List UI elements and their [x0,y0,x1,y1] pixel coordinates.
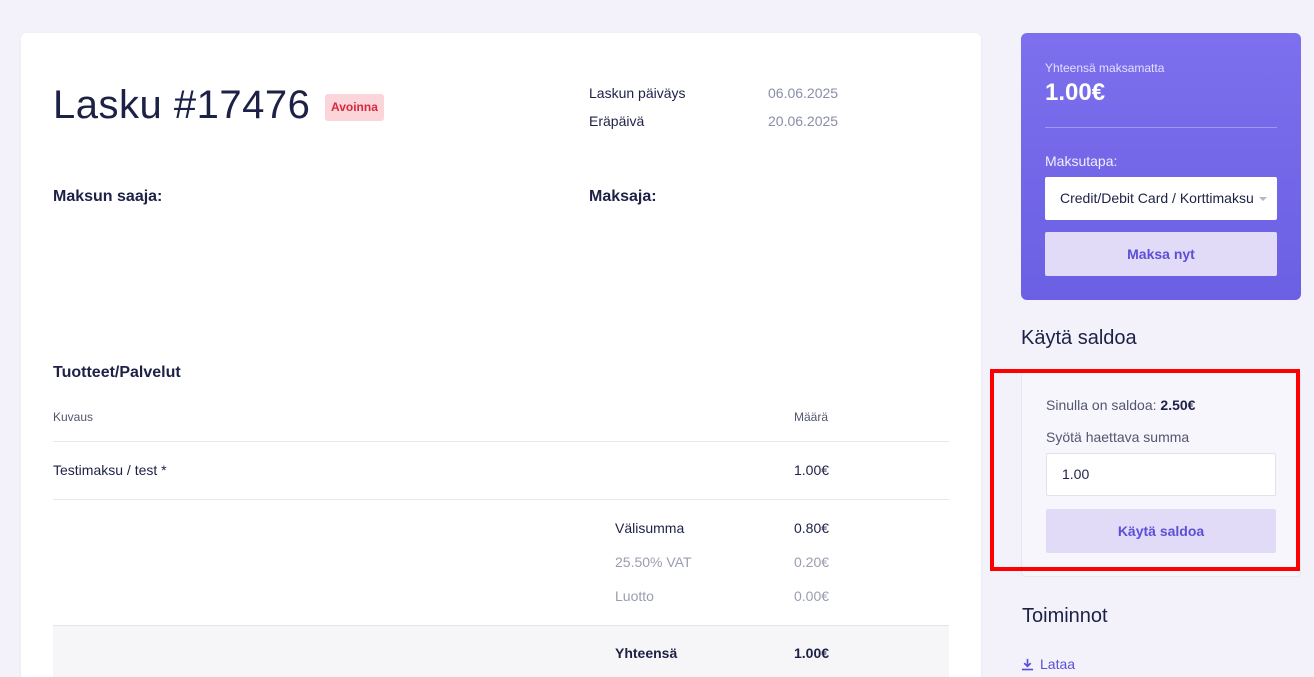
credit-label: Luotto [615,588,654,604]
divider [53,499,949,500]
total-label: Yhteensä [615,645,678,661]
chevron-down-icon [1259,197,1267,201]
download-label: Lataa [1040,656,1076,672]
due-date-label: Eräpäivä [589,113,645,129]
payment-method-value: Credit/Debit Card / Korttimaksu [1060,190,1254,206]
recipient-label: Maksun saaja: [53,188,163,205]
invoice-date-value: 06.06.2025 [768,85,839,101]
actions-heading: Toiminnot [1022,605,1108,627]
table-row-amount: 1.00€ [794,462,830,478]
divider [1045,127,1277,128]
invoice-card: Lasku #17476 Avoinna Laskun päiväys 06.0… [21,33,981,677]
highlight-box [990,369,1300,571]
subtotal-label: Välisumma [615,520,685,536]
payment-card: Yhteensä maksamatta 1.00€ Maksutapa: Cre… [1021,33,1301,300]
table-row-description: Testimaksu / test * [53,462,167,478]
col-amount: Määrä [794,410,829,424]
payer-label: Maksaja: [589,188,657,205]
invoice-title: Lasku #17476 [53,83,311,127]
unpaid-label: Yhteensä maksamatta [1045,61,1165,75]
invoice-date-label: Laskun päiväys [589,85,686,101]
subtotal-value: 0.80€ [794,520,830,536]
vat-value: 0.20€ [794,554,830,570]
total-value: 1.00€ [794,645,830,661]
balance-heading: Käytä saldoa [1021,327,1137,349]
vat-label: 25.50% VAT [615,554,692,570]
pay-now-button[interactable]: Maksa nyt [1045,232,1277,276]
status-badge: Avoinna [325,94,384,121]
download-link[interactable]: Lataa [1021,656,1075,672]
credit-value: 0.00€ [794,588,830,604]
payment-method-label: Maksutapa: [1045,153,1118,169]
unpaid-amount: 1.00€ [1045,79,1106,106]
col-description: Kuvaus [53,410,94,424]
due-date-value: 20.06.2025 [768,113,839,129]
payment-method-select[interactable]: Credit/Debit Card / Korttimaksu [1045,177,1277,220]
products-title: Tuotteet/Palvelut [53,364,181,381]
divider [53,441,949,442]
download-icon [1021,658,1034,670]
